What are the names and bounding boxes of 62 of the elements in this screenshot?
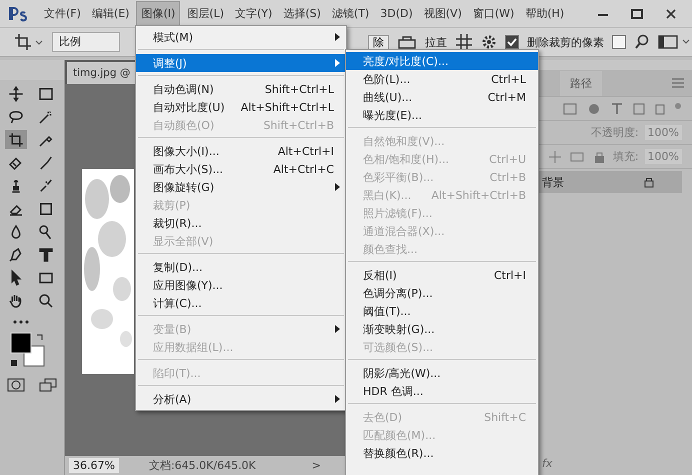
menu-item[interactable]: 分析(A) xyxy=(136,390,346,408)
more-tools-icon[interactable] xyxy=(12,318,30,326)
menu-bar-item[interactable]: 选择(S) xyxy=(279,2,325,25)
menu-item[interactable]: 阈值(T)... xyxy=(346,302,538,320)
menu-item[interactable]: 应用图像(Y)... xyxy=(136,276,346,294)
straighten-icon[interactable] xyxy=(397,34,417,50)
menu-item[interactable]: 裁切(R)... xyxy=(136,214,346,232)
checkbox-label: 删除裁剪的像素 xyxy=(527,34,604,50)
zoom-level[interactable]: 36.67% xyxy=(69,458,119,473)
menu-item[interactable]: 亮度/对比度(C)... xyxy=(346,52,538,70)
layer-row[interactable]: 背景 xyxy=(538,171,682,193)
menu-item[interactable]: 图像旋转(G) xyxy=(136,178,346,196)
maximize-icon[interactable] xyxy=(630,6,644,20)
menu-item[interactable]: 曲线(U)... Ctrl+M xyxy=(346,88,538,106)
straighten-label: 拉直 xyxy=(425,34,447,50)
menu-bar-item[interactable]: 视图(V) xyxy=(420,2,466,25)
crop-icon[interactable] xyxy=(14,33,44,51)
menu-bar-item[interactable]: 文字(Y) xyxy=(231,2,276,25)
menu-item[interactable]: 画布大小(S)... Alt+Ctrl+C xyxy=(136,160,346,178)
close-icon[interactable] xyxy=(664,6,678,20)
menu-bar-item[interactable]: 图层(L) xyxy=(183,2,228,25)
menu-item[interactable]: 计算(C)... xyxy=(136,294,346,312)
clear-button[interactable]: 除 xyxy=(368,34,389,50)
menu-item[interactable]: 色调分离(P)... xyxy=(346,284,538,302)
checkbox[interactable] xyxy=(612,35,626,49)
screen-mode-icon[interactable] xyxy=(39,378,57,392)
panel-tab[interactable]: 路径 xyxy=(560,70,602,96)
workspace-icon[interactable] xyxy=(658,34,692,50)
menu-item[interactable]: 阴影/高光(W)... xyxy=(346,364,538,382)
menu-item[interactable]: 色阶(L)... Ctrl+L xyxy=(346,70,538,88)
opacity-label: 不透明度: xyxy=(590,125,639,140)
menu-bar-item[interactable]: 图像(I) xyxy=(136,1,180,26)
menu-item[interactable]: 自动对比度(U) Alt+Shift+Ctrl+L xyxy=(136,98,346,116)
status-menu-button[interactable]: > xyxy=(306,458,327,473)
app-logo-icon xyxy=(8,6,30,22)
menu-bar-item[interactable]: 3D(D) xyxy=(376,3,417,24)
document-info: 文档:645.0K/645.0K xyxy=(148,458,256,473)
filter-icons-drawing[interactable] xyxy=(562,102,682,116)
search-icon[interactable] xyxy=(634,34,650,50)
menu-item[interactable]: 复制(D)... xyxy=(136,258,346,276)
fill-label: 填充: xyxy=(612,149,639,164)
quick-mask-icon[interactable] xyxy=(7,378,25,392)
menu-item[interactable]: 曝光度(E)... xyxy=(346,106,538,124)
menu-bar-item[interactable]: 帮助(H) xyxy=(521,2,568,25)
settings-icon[interactable] xyxy=(481,34,497,50)
menu-bar-item[interactable]: 文件(F) xyxy=(40,2,85,25)
ratio-dropdown[interactable]: 比例 xyxy=(52,32,120,52)
menu-item[interactable]: 替换颜色(R)... xyxy=(346,444,538,462)
menu-item[interactable]: 调整(J) xyxy=(136,54,346,72)
checkbox[interactable] xyxy=(505,35,519,49)
menu-item[interactable]: 图像大小(I)... Alt+Ctrl+I xyxy=(136,142,346,160)
menu-item[interactable]: 反相(I) Ctrl+I xyxy=(346,266,538,284)
menu-icon[interactable] xyxy=(672,78,684,88)
menu-bar-item[interactable]: 窗口(W) xyxy=(468,2,518,25)
layer-name: 背景 xyxy=(542,174,564,190)
menu-bar-item[interactable]: 编辑(E) xyxy=(88,2,134,25)
menu-item[interactable]: 模式(M) xyxy=(136,28,346,46)
menu-bar-item[interactable]: 滤镜(T) xyxy=(328,2,374,25)
grid-overlay-icon[interactable] xyxy=(455,33,473,51)
menu-item[interactable]: HDR 色调... xyxy=(346,382,538,400)
tool-icon[interactable] xyxy=(5,130,27,149)
menu-item[interactable]: 渐变映射(G)... xyxy=(346,320,538,338)
